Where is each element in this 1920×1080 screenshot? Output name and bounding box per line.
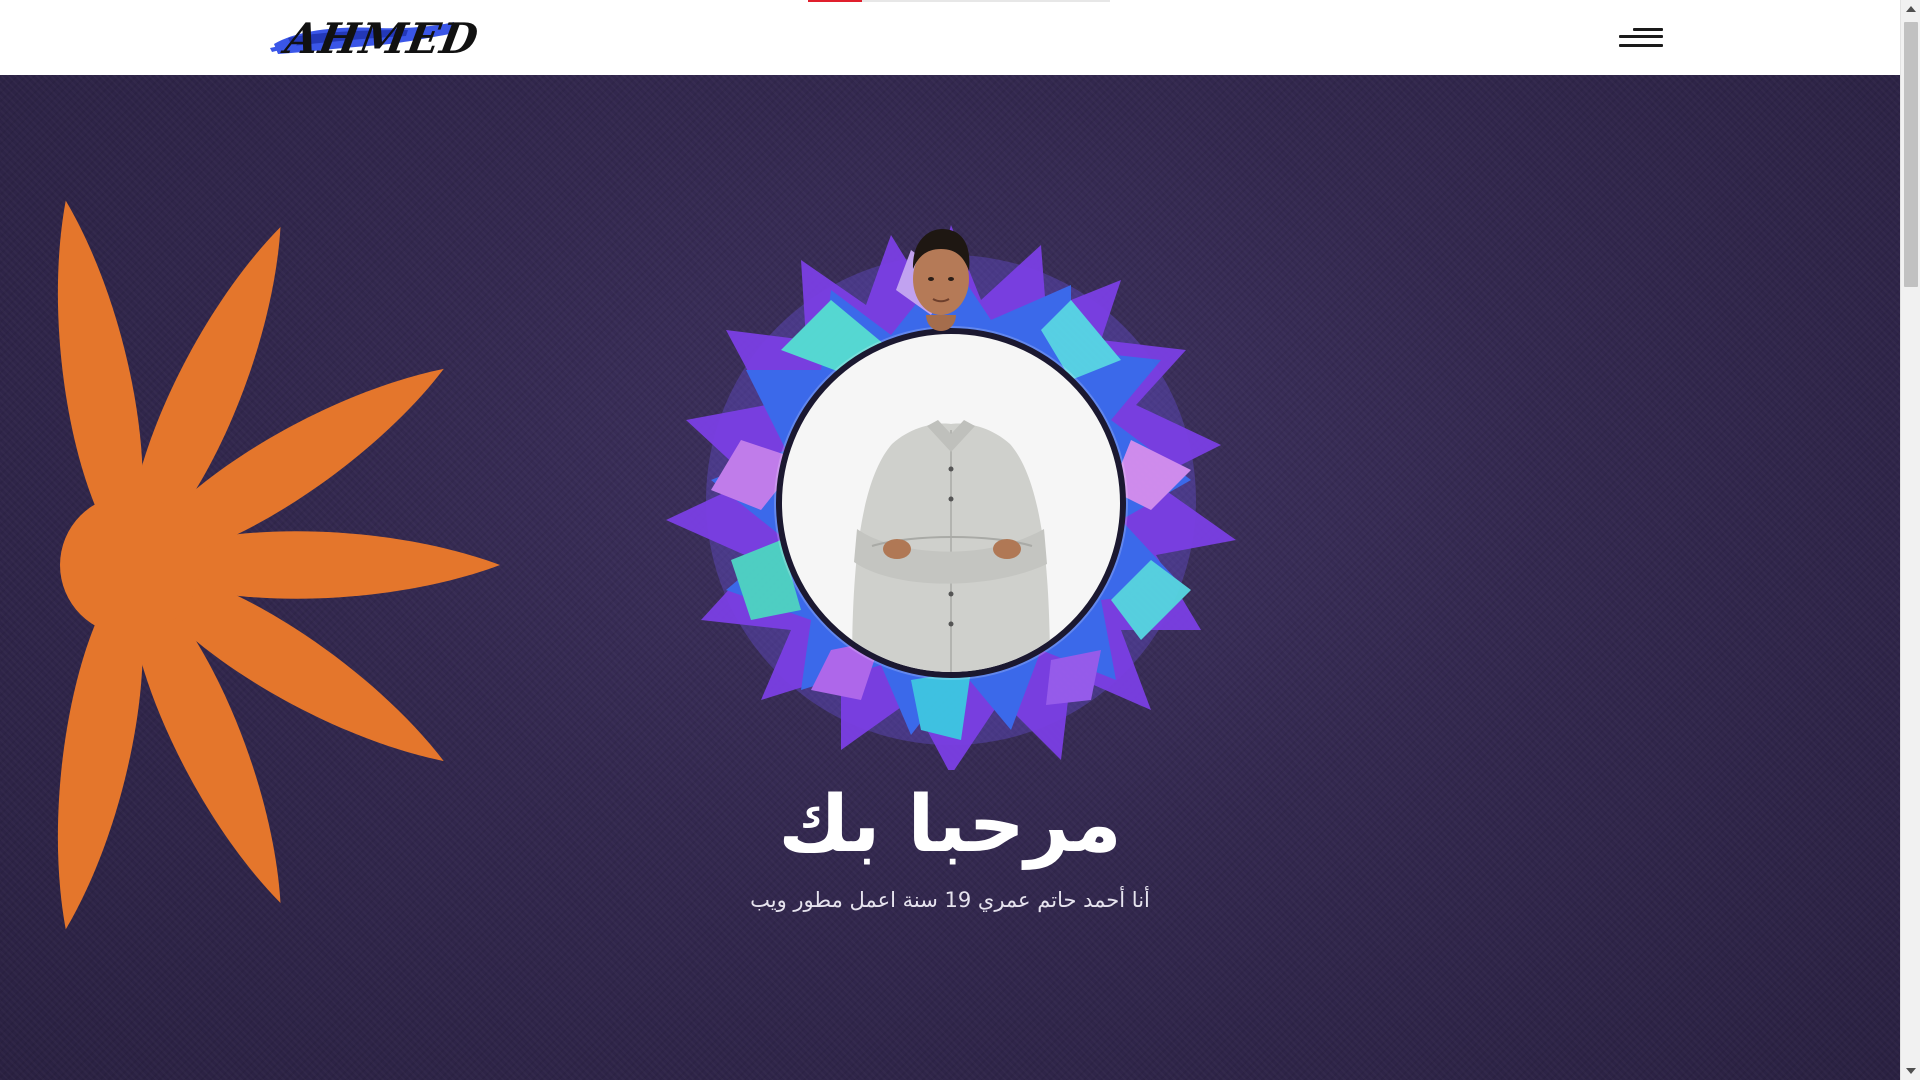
hamburger-menu-icon[interactable]	[1615, 24, 1663, 56]
hero-title: مرحبا بك	[778, 780, 1122, 870]
hero-section: مرحبا بك أنا أحمد حاتم عمري 19 سنة اعمل …	[0, 75, 1900, 1080]
scroll-down-arrow-icon[interactable]	[1906, 1068, 1916, 1074]
menu-line-bottom	[1619, 44, 1663, 47]
person-head-illustration	[912, 229, 970, 331]
site-logo[interactable]: AHMED	[268, 8, 483, 64]
menu-line-top	[1633, 28, 1663, 31]
orange-flower-decoration	[57, 200, 500, 930]
page-scrollbar[interactable]	[1900, 0, 1920, 1080]
loading-progress-bar	[808, 0, 1110, 2]
logo-text: AHMED	[281, 14, 483, 63]
menu-line-middle	[1619, 35, 1663, 38]
profile-photo	[776, 328, 1126, 678]
page: AHMED مرحبا بك أنا أحمد حاتم عمري 19 سنة…	[0, 0, 1920, 1080]
scroll-up-arrow-icon[interactable]	[1906, 6, 1916, 12]
navbar: AHMED	[0, 0, 1900, 75]
scrollbar-thumb[interactable]	[1904, 22, 1918, 287]
hero-subtitle: أنا أحمد حاتم عمري 19 سنة اعمل مطور ويب	[750, 888, 1150, 912]
person-illustration	[852, 420, 1050, 672]
loading-progress-fill	[808, 0, 863, 2]
